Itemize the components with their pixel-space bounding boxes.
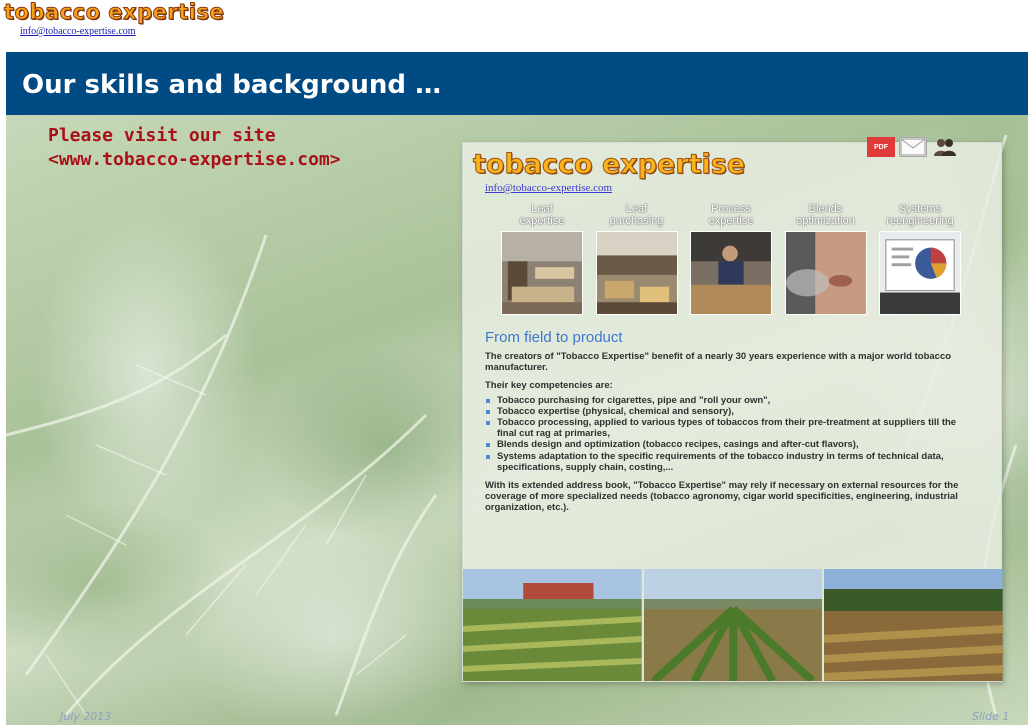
smoking-face-photo bbox=[784, 231, 867, 315]
warehouse-photo bbox=[501, 231, 583, 315]
nav-blends-optimization[interactable]: Blends optimization bbox=[784, 203, 867, 315]
site-content: The creators of "Tobacco Expertise" bene… bbox=[485, 351, 975, 521]
pdf-badge: PDF bbox=[874, 143, 888, 151]
slide: Our skills and background … Please visit… bbox=[6, 52, 1028, 725]
nav-process-expertise[interactable]: Process expertise bbox=[690, 203, 772, 315]
nav-label: Blends optimization bbox=[796, 203, 855, 227]
nav-label: Systems reengineering bbox=[886, 203, 954, 227]
top-header: tobacco expertise info@tobacco-expertise… bbox=[0, 0, 1032, 52]
processing-photo bbox=[690, 231, 772, 315]
nav-label: Leaf expertise bbox=[519, 203, 565, 227]
pdf-icon[interactable]: PDF bbox=[867, 137, 895, 157]
market-hall-photo bbox=[595, 231, 678, 315]
tobacco-field-photo bbox=[463, 569, 642, 681]
list-item: Tobacco expertise (physical, chemical an… bbox=[485, 406, 975, 417]
competencies-list: Tobacco purchasing for cigarettes, pipe … bbox=[485, 395, 975, 473]
list-item: Systems adaptation to the specific requi… bbox=[485, 451, 975, 473]
website-url[interactable]: <www.tobacco-expertise.com> bbox=[48, 149, 341, 170]
laptop-chart-photo bbox=[879, 231, 961, 315]
field-photo-strip bbox=[463, 569, 1004, 681]
nav-label: Process expertise bbox=[708, 203, 754, 227]
list-item: Tobacco processing, applied to various t… bbox=[485, 417, 975, 439]
visit-site-text: Please visit our site bbox=[48, 125, 276, 146]
nav-label: Leaf purchasing bbox=[609, 203, 664, 227]
nav-systems-reengineering[interactable]: Systems reengineering bbox=[879, 203, 961, 315]
tobacco-rows-photo bbox=[643, 569, 823, 681]
footer-date: July 2013 bbox=[60, 710, 112, 723]
footer-slide-number: Slide 1 bbox=[972, 710, 1010, 723]
users-icon[interactable] bbox=[931, 137, 959, 157]
site-logo: tobacco expertise bbox=[472, 149, 746, 181]
list-item: Blends design and optimization (tobacco … bbox=[485, 439, 975, 450]
list-item: Tobacco purchasing for cigarettes, pipe … bbox=[485, 395, 975, 406]
site-toolbar: PDF bbox=[867, 137, 959, 157]
nav-leaf-expertise[interactable]: Leaf expertise bbox=[501, 203, 583, 315]
website-screenshot: tobacco expertise info@tobacco-expertise… bbox=[462, 137, 1004, 682]
brand-logo: tobacco expertise bbox=[3, 0, 225, 25]
nav-leaf-purchasing[interactable]: Leaf purchasing bbox=[595, 203, 678, 315]
site-email-link[interactable]: info@tobacco-expertise.com bbox=[485, 182, 612, 194]
site-intro: The creators of "Tobacco Expertise" bene… bbox=[485, 351, 952, 374]
header-email-link[interactable]: info@tobacco-expertise.com bbox=[20, 26, 136, 37]
competencies-label: Their key competencies are: bbox=[485, 380, 613, 392]
site-closing: With its extended address book, "Tobacco… bbox=[485, 480, 959, 514]
site-heading: From field to product bbox=[485, 329, 623, 346]
harvested-field-photo bbox=[824, 569, 1004, 681]
site-navigation: Leaf expertise Leaf purchasing Process e… bbox=[501, 203, 961, 315]
mail-icon[interactable] bbox=[899, 137, 927, 157]
slide-title: Our skills and background … bbox=[22, 70, 442, 100]
